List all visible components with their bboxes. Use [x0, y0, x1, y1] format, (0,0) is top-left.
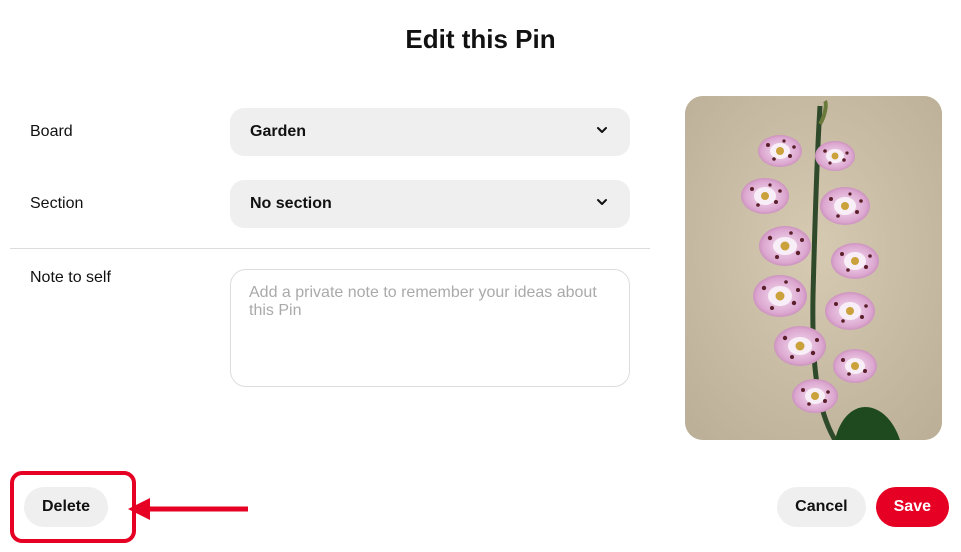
page-title: Edit this Pin: [0, 0, 961, 55]
board-label: Board: [30, 123, 230, 141]
board-value: Garden: [250, 123, 306, 141]
chevron-down-icon: [594, 122, 610, 143]
cancel-button[interactable]: Cancel: [777, 487, 865, 527]
board-select[interactable]: Garden: [230, 108, 630, 156]
delete-button[interactable]: Delete: [24, 487, 108, 527]
chevron-down-icon: [594, 194, 610, 215]
section-label: Section: [30, 195, 230, 213]
note-row: Note to self: [10, 257, 650, 399]
board-row: Board Garden: [10, 96, 650, 168]
annotation-highlight-box: Delete: [10, 471, 136, 543]
footer: Delete Cancel Save: [0, 472, 961, 542]
footer-right: Cancel Save: [777, 487, 949, 527]
pin-thumbnail: [685, 96, 942, 440]
section-value: No section: [250, 195, 332, 213]
section-row: Section No section: [10, 168, 650, 240]
edit-form: Board Garden Section No section Note to …: [10, 96, 650, 399]
section-select[interactable]: No section: [230, 180, 630, 228]
divider: [10, 248, 650, 249]
save-button[interactable]: Save: [876, 487, 949, 527]
note-label: Note to self: [30, 269, 230, 287]
note-textarea[interactable]: [230, 269, 630, 387]
